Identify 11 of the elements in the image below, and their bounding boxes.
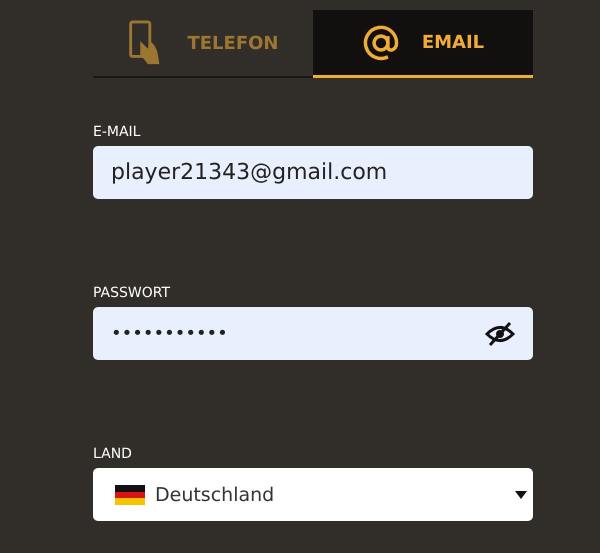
country-select[interactable]: Deutschland [93, 468, 533, 521]
tab[interactable]: EMAIL [313, 10, 533, 78]
field-label: LAND [93, 446, 133, 462]
field-label: PASSWORT [93, 285, 172, 301]
password-field[interactable]: ••••••••••• [93, 307, 533, 360]
field-label: E-MAIL [93, 124, 142, 140]
caret-icon [515, 490, 527, 498]
eye-slash-icon[interactable] [485, 320, 515, 346]
flag-icon [115, 484, 145, 504]
email-field[interactable]: player21343@gmail.com [93, 146, 533, 199]
password-value: ••••••••••• [111, 323, 228, 344]
